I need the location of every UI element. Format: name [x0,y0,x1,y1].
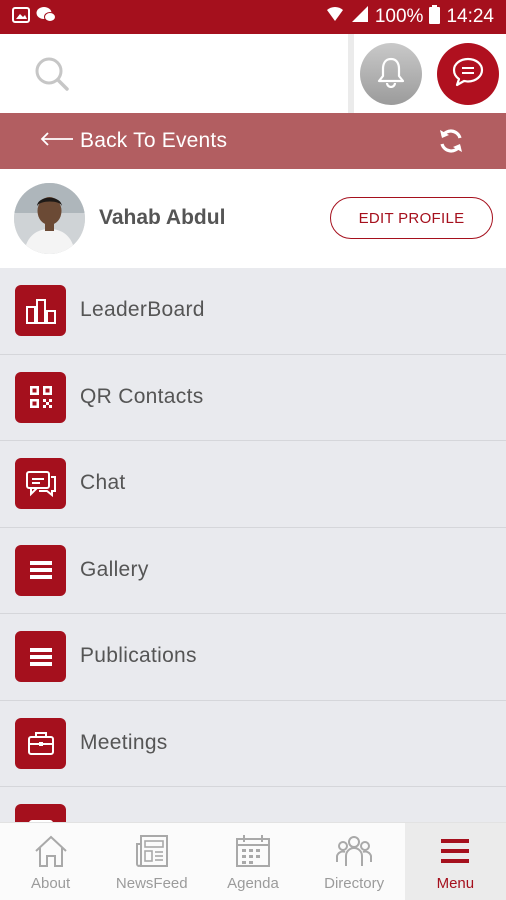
hamburger-icon [439,833,471,869]
tab-newsfeed[interactable]: NewsFeed [101,823,202,900]
menu-list: LeaderBoard QR Contacts Chat Gallery Pub… [0,268,506,822]
search-icon[interactable] [34,56,70,97]
home-icon [33,833,69,869]
tab-menu[interactable]: Menu [404,823,506,900]
back-to-events-label: Back To Events [80,129,228,152]
tab-label: Agenda [227,875,279,892]
tab-label: Menu [436,875,475,892]
newspaper-icon [134,833,170,869]
bottom-nav: About NewsFeed Agenda Directory Menu [0,822,506,900]
profile-name: Vahab Abdul [99,206,226,229]
people-icon [335,833,373,869]
wifi-icon [325,5,345,29]
menu-item-label: Meetings [80,730,168,754]
menu-item-gallery[interactable]: Gallery [0,527,506,614]
messages-button[interactable] [437,43,499,105]
avatar[interactable] [14,183,85,254]
battery-icon [429,4,441,30]
list-icon [15,544,66,596]
calendar-icon [235,833,271,869]
list-icon [15,631,66,682]
profile-row: Vahab Abdul EDIT PROFILE [0,169,506,268]
battery-percent: 100% [374,6,424,27]
menu-item-label: QR Contacts [80,384,204,408]
edit-profile-button[interactable]: EDIT PROFILE [330,197,493,239]
chat-icon [15,458,66,509]
tab-label: NewsFeed [115,875,188,892]
status-bar: 100% 14:24 [0,0,506,34]
chat-bubble-icon [451,56,485,93]
briefcase-icon [15,717,66,769]
tab-label: Directory [324,875,385,892]
calendar-icon [15,804,66,822]
signal-icon [351,5,369,29]
arrow-left-icon [40,131,74,151]
menu-item-leaderboard[interactable]: LeaderBoard [0,268,506,355]
bell-icon [376,56,406,93]
qr-code-icon [15,371,66,423]
menu-item-label: Chat [80,471,126,494]
menu-item-label: Gallery [80,557,149,581]
header-divider [348,34,354,113]
menu-item-qr-contacts[interactable]: QR Contacts [0,354,506,441]
menu-item-chat[interactable]: Chat [0,441,506,528]
notifications-button[interactable] [360,43,422,105]
menu-item-meetings[interactable]: Meetings [0,700,506,787]
clock: 14:24 [446,6,494,27]
back-to-events-bar[interactable]: Back To Events [0,113,506,169]
tab-about[interactable]: About [0,823,101,900]
tab-directory[interactable]: Directory [304,823,405,900]
menu-item-label: LeaderBoard [80,298,205,321]
wechat-notification-icon [36,6,56,28]
top-header [0,34,506,113]
menu-item-partial[interactable] [0,787,506,822]
menu-item-publications[interactable]: Publications [0,614,506,701]
tab-agenda[interactable]: Agenda [202,823,303,900]
image-notification-icon [12,6,30,28]
leaderboard-icon [15,285,66,336]
tab-label: About [30,875,71,892]
refresh-icon[interactable] [438,128,464,159]
menu-item-label: Publications [80,644,197,667]
search-field[interactable] [0,34,348,113]
